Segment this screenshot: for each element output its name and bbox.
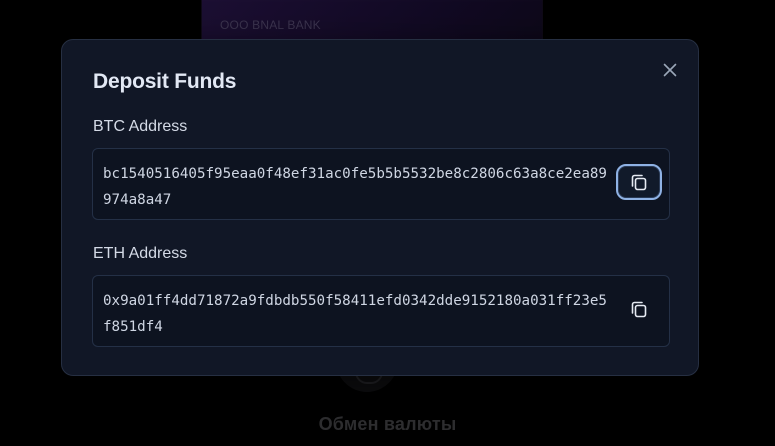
eth-address-field: 0x9a01ff4dd71872a9fdbdb550f58411efd0342d… [92,275,670,347]
btc-address-label: BTC Address [93,118,188,135]
copy-eth-address-button[interactable] [616,291,662,327]
eth-address-label: ETH Address [93,245,188,262]
deposit-funds-dialog: Deposit Funds BTC Address bc1540516405f9… [61,39,699,376]
close-icon [663,63,677,77]
btc-address-field: bc1540516405f95eaa0f48ef31ac0fe5b5b5532b… [92,148,670,220]
bank-card-name: ООО BNAL BANK [220,18,321,32]
close-button[interactable] [660,60,680,80]
page: ООО BNAL BANK Обмен валюты Deposit Funds… [0,0,775,446]
copy-icon [631,174,647,191]
dialog-title: Deposit Funds [93,70,237,93]
copy-btc-address-button[interactable] [616,164,662,200]
btc-address-value[interactable]: bc1540516405f95eaa0f48ef31ac0fe5b5b5532b… [103,161,608,213]
copy-icon [631,301,647,318]
eth-address-value[interactable]: 0x9a01ff4dd71872a9fdbdb550f58411efd0342d… [103,288,608,340]
exchange-label: Обмен валюты [318,414,457,434]
